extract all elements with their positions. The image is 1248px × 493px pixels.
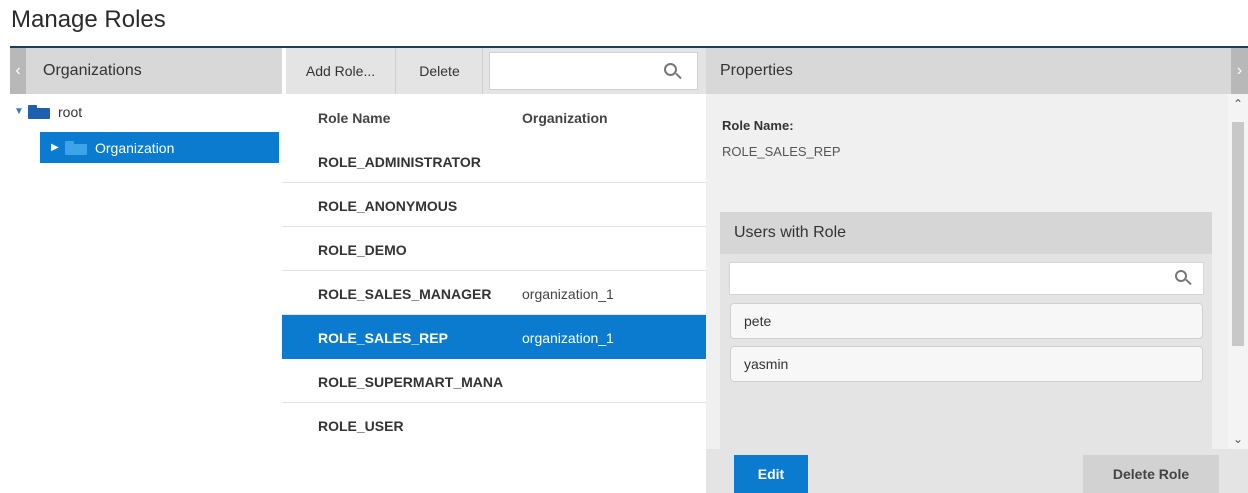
table-row-selected[interactable]: ROLE_SALES_REP organization_1 [282,315,706,359]
chevron-down-icon[interactable]: ⌄ [1228,429,1248,449]
role-name-cell: ROLE_SALES_MANAGER [318,286,492,302]
organization-cell: organization_1 [522,286,614,302]
roles-grid-header: Role Name Organization [286,94,706,139]
collapse-left-panel-button[interactable]: ‹ [10,48,26,94]
column-header-role-name[interactable]: Role Name [318,110,390,126]
page-title: Manage Roles [11,6,166,33]
list-item[interactable]: pete [730,303,1203,339]
folder-icon [65,140,87,155]
organizations-header: Organizations [26,48,282,94]
folder-icon [28,104,50,119]
tree-node-organization[interactable]: ▶ Organization [40,132,279,163]
users-with-role-box: Users with Role pete yasmin [720,212,1212,452]
table-row[interactable]: ROLE_USER [282,403,706,447]
role-name-label: Role Name: [722,118,794,133]
table-row[interactable]: ROLE_SUPERMART_MANA [282,359,706,403]
users-search-input[interactable] [736,268,1156,290]
roles-search-box[interactable] [489,52,698,90]
delete-role-button[interactable]: Delete Role [1083,455,1219,493]
roles-search-input[interactable] [496,59,656,83]
collapsed-triangle-icon[interactable]: ▶ [51,142,65,153]
role-name-cell: ROLE_USER [318,418,404,434]
role-name-cell: ROLE_SUPERMART_MANA [318,374,504,390]
list-item[interactable]: yasmin [730,346,1203,382]
scrollbar-thumb[interactable] [1232,122,1244,346]
search-icon[interactable] [664,63,677,76]
collapse-right-panel-button[interactable]: › [1231,48,1248,94]
role-name-cell: ROLE_ADMINISTRATOR [318,154,481,170]
users-search-box[interactable] [729,262,1204,295]
search-icon[interactable] [1175,270,1187,282]
chevron-up-icon[interactable]: ⌃ [1228,94,1248,114]
properties-scrollbar[interactable]: ⌃ ⌄ [1228,94,1248,449]
table-row[interactable]: ROLE_ADMINISTRATOR [282,139,706,183]
organization-cell: organization_1 [522,330,614,346]
role-name-cell: ROLE_SALES_REP [318,330,448,346]
users-with-role-header: Users with Role [720,212,1212,254]
column-header-organization[interactable]: Organization [522,110,608,126]
role-name-value: ROLE_SALES_REP [722,144,841,159]
expanded-triangle-icon[interactable]: ▼ [14,106,28,117]
add-role-button[interactable]: Add Role... [286,48,396,94]
organization-tree: ▼ root ▶ Organization [14,102,284,163]
roles-grid: ROLE_ADMINISTRATOR ROLE_ANONYMOUS ROLE_D… [282,139,706,447]
role-name-cell: ROLE_ANONYMOUS [318,198,458,214]
tree-node-label: root [58,103,83,120]
properties-header: Properties [706,48,1231,94]
chevron-left-icon: ‹ [15,62,21,79]
table-row[interactable]: ROLE_ANONYMOUS [282,183,706,227]
table-row[interactable]: ROLE_DEMO [282,227,706,271]
table-row[interactable]: ROLE_SALES_MANAGER organization_1 [282,271,706,315]
tree-node-label: Organization [95,139,175,156]
delete-button[interactable]: Delete [397,48,483,94]
tree-node-root[interactable]: ▼ root [14,96,284,127]
properties-footer: Edit Delete Role [706,449,1248,493]
edit-button[interactable]: Edit [734,455,808,493]
role-name-cell: ROLE_DEMO [318,242,407,258]
chevron-right-icon: › [1236,62,1243,79]
properties-body: Role Name: ROLE_SALES_REP Users with Rol… [706,94,1228,452]
